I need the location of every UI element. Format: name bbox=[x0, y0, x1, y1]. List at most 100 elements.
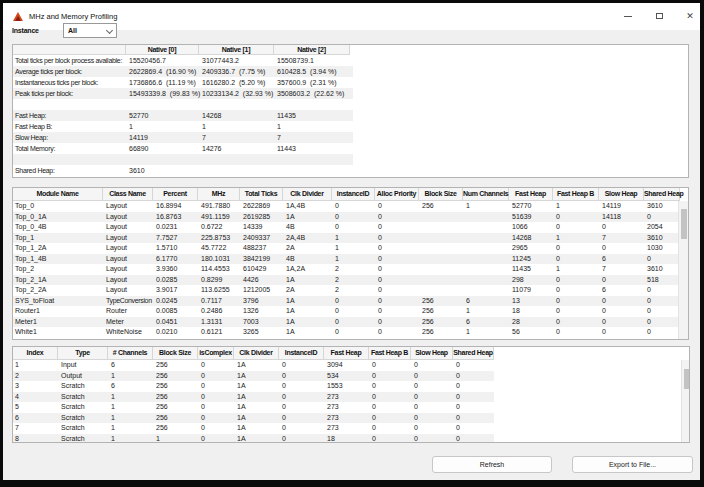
table-row[interactable]: Top_1_4BLayout6.1770180.103138421994B101… bbox=[13, 254, 688, 265]
value-cell: 7 bbox=[277, 132, 351, 143]
column-header[interactable]: Class Name bbox=[103, 188, 153, 201]
column-header[interactable]: Alloc Priority bbox=[375, 188, 419, 201]
table-row[interactable]: Top_1Layout7.7527225.875324093372A,4B101… bbox=[13, 233, 688, 244]
column-header[interactable]: Clk Divider bbox=[234, 347, 279, 360]
scrollbar-track[interactable] bbox=[681, 360, 689, 442]
value-cell: 0 bbox=[556, 222, 560, 233]
column-header[interactable]: Fast Heap bbox=[324, 347, 369, 360]
table-row[interactable]: Total Memory:668901427611443 bbox=[13, 143, 353, 154]
column-header[interactable]: Shared Heap bbox=[453, 347, 494, 360]
value-cell: 3.9017 bbox=[156, 285, 177, 296]
value-cell: 0 bbox=[378, 212, 382, 223]
value-cell: 3610 bbox=[647, 201, 663, 212]
value-cell: 1.3131 bbox=[201, 317, 222, 328]
table-row[interactable]: Top_0_1ALayout16.8763491.115926192851A00… bbox=[13, 212, 688, 223]
scrollbar-track[interactable] bbox=[678, 201, 688, 339]
table-row[interactable]: White1WhiteNoise0.02100.612132651A002561… bbox=[13, 327, 688, 338]
table-row[interactable]: 7Scratch125601A0273000 bbox=[13, 423, 494, 434]
column-header[interactable]: Total Ticks bbox=[240, 188, 283, 201]
scrollbar-thumb[interactable] bbox=[684, 369, 690, 389]
table-row[interactable] bbox=[13, 154, 353, 165]
column-header[interactable]: Clk Divider bbox=[283, 188, 332, 201]
table-row[interactable]: Top_2Layout3.9360114.45536104291A,2A2011… bbox=[13, 264, 688, 275]
table-row[interactable]: Fast Heap B:111 bbox=[13, 121, 353, 132]
value-cell: 1 bbox=[156, 434, 160, 444]
table-row[interactable]: 3Scratch625601A01553000 bbox=[13, 381, 494, 392]
column-header[interactable]: Fast Heap bbox=[509, 188, 553, 201]
value-cell: Router1 bbox=[15, 306, 40, 317]
value-cell: 0 bbox=[556, 296, 560, 307]
table-row[interactable]: Instantaneous ticks per block:1736866.6 … bbox=[13, 77, 353, 88]
table-row[interactable]: Slow Heap:1411977 bbox=[13, 132, 353, 143]
column-header[interactable]: Block Size bbox=[419, 188, 463, 201]
table-row[interactable] bbox=[13, 99, 353, 110]
column-header[interactable] bbox=[13, 45, 126, 55]
table-row[interactable]: Top_0Layout16.8994491.788026228691A,4B00… bbox=[13, 201, 688, 212]
value-cell: 14268 bbox=[512, 233, 531, 244]
table-row[interactable]: Router1Router0.00850.248613261A002561180… bbox=[13, 306, 688, 317]
row-label: Instantaneous ticks per block: bbox=[15, 77, 127, 88]
table-row[interactable]: Top_2_1ALayout0.02850.829944261A20298005… bbox=[13, 275, 688, 286]
table-row[interactable]: Top_0_4BLayout0.02310.6722143394B0010660… bbox=[13, 222, 688, 233]
value-cell: 0 bbox=[414, 413, 418, 424]
table-row[interactable]: Top_2_2ALayout3.9017113.625512120052A201… bbox=[13, 285, 688, 296]
table-row[interactable]: Average ticks per block:2622869.4 (16.90… bbox=[13, 66, 353, 77]
table-row[interactable]: Total ticks per block process available:… bbox=[13, 55, 353, 66]
column-header[interactable]: Shared Heap bbox=[644, 188, 680, 201]
close-icon[interactable]: ✕ bbox=[681, 3, 699, 30]
table-row[interactable]: 6Scratch125601A0273000 bbox=[13, 413, 494, 424]
table-row[interactable]: 1Input625601A03094000 bbox=[13, 360, 494, 371]
table-row[interactable]: 8Scratch1101A018000 bbox=[13, 434, 494, 444]
value-cell: 0.0085 bbox=[156, 306, 177, 317]
export-button[interactable]: Export to File... bbox=[572, 456, 693, 473]
column-header[interactable]: Block Size bbox=[153, 347, 198, 360]
column-header[interactable]: isComplex bbox=[198, 347, 234, 360]
column-header[interactable]: Percent bbox=[153, 188, 198, 201]
table-row[interactable]: Top_1_2ALayout1.571045.77224882372A10296… bbox=[13, 243, 688, 254]
value-cell: 0 bbox=[647, 317, 651, 328]
table-row[interactable]: SYS_toFloatTypeConversion0.02450.7117379… bbox=[13, 296, 688, 307]
value-cell: 3610 bbox=[647, 264, 663, 275]
column-header[interactable]: Index bbox=[13, 347, 58, 360]
value-cell: 0 bbox=[372, 371, 376, 382]
column-header[interactable]: Slow Heap bbox=[411, 347, 453, 360]
value-cell: 1030 bbox=[647, 243, 663, 254]
table-row[interactable]: 2Output125601A0534000 bbox=[13, 371, 494, 382]
column-header[interactable]: MHz bbox=[198, 188, 240, 201]
column-header[interactable]: Fast Heap B bbox=[553, 188, 599, 201]
value-cell: 0 bbox=[456, 434, 460, 444]
minimize-icon[interactable] bbox=[619, 3, 637, 30]
maximize-icon[interactable] bbox=[651, 3, 669, 30]
column-header[interactable]: Type bbox=[58, 347, 108, 360]
column-header[interactable]: Native [2] bbox=[274, 45, 350, 55]
table-row[interactable]: 4Scratch125601A0273000 bbox=[13, 392, 494, 403]
column-header[interactable]: InstanceID bbox=[332, 188, 375, 201]
scrollbar-thumb[interactable] bbox=[681, 209, 687, 239]
refresh-button[interactable]: Refresh bbox=[432, 456, 552, 473]
value-cell: Layout bbox=[106, 254, 127, 265]
value-cell: 2622869.4 (16.90 %) bbox=[129, 66, 203, 77]
column-header[interactable]: Slow Heap bbox=[599, 188, 644, 201]
value-cell: 2409336.7 (7.75 %) bbox=[202, 66, 276, 77]
column-header[interactable]: Module Name bbox=[13, 188, 103, 201]
table-row[interactable]: Meter1Meter0.04511.313170031A00256628000 bbox=[13, 317, 688, 328]
column-header[interactable]: # Channels bbox=[108, 347, 153, 360]
summary-table: Native [0]Native [1]Native [2]Total tick… bbox=[12, 44, 689, 178]
table-row[interactable]: 5Scratch125601A0273000 bbox=[13, 402, 494, 413]
column-header[interactable]: Fast Heap B bbox=[369, 347, 411, 360]
table-row[interactable]: Peak ticks per block:15493339.8 (99.83 %… bbox=[13, 88, 353, 99]
value-cell: 0 bbox=[556, 243, 560, 254]
value-cell: 491.7880 bbox=[201, 201, 230, 212]
instance-dropdown[interactable]: All bbox=[63, 23, 117, 38]
value-cell: 0 bbox=[201, 402, 205, 413]
value-cell: 0 bbox=[372, 423, 376, 434]
column-header[interactable]: InstanceID bbox=[279, 347, 324, 360]
column-header[interactable]: Num Channels bbox=[463, 188, 509, 201]
column-header[interactable]: Native [0] bbox=[126, 45, 199, 55]
value-cell: TypeConversion bbox=[106, 296, 152, 307]
table-row[interactable]: Shared Heap:3610 bbox=[13, 165, 353, 176]
value-cell: 1736866.6 (11.19 %) bbox=[129, 77, 203, 88]
table-row[interactable]: Fast Heap:527701426811435 bbox=[13, 110, 353, 121]
column-header[interactable]: Native [1] bbox=[199, 45, 274, 55]
value-cell: 0 bbox=[556, 285, 560, 296]
